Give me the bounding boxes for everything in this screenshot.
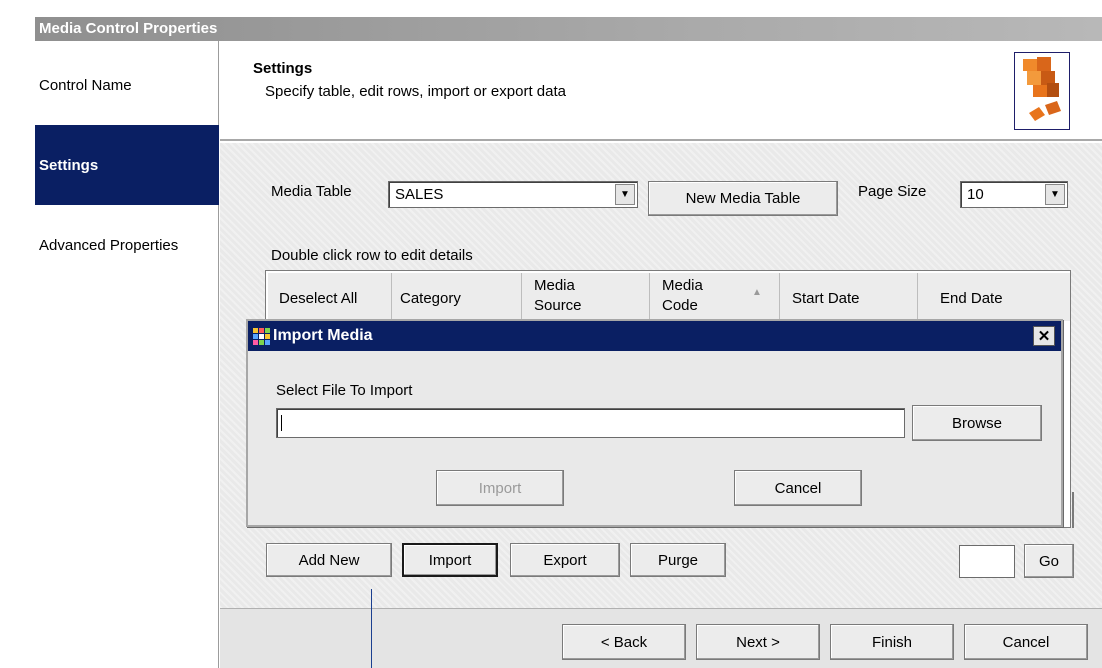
sidebar-item-label: Settings <box>39 157 99 174</box>
column-header-start-date[interactable]: Start Date <box>780 273 918 321</box>
next-button[interactable]: Next > <box>696 624 820 660</box>
column-header-end-date[interactable]: End Date <box>918 273 1070 321</box>
sidebar-item-control-name[interactable]: Control Name <box>35 77 219 107</box>
finish-button[interactable]: Finish <box>830 624 954 660</box>
column-header-media-source[interactable]: Media Source <box>522 273 650 321</box>
export-button[interactable]: Export <box>510 543 620 577</box>
import-button[interactable]: Import <box>402 543 498 577</box>
page-size-select[interactable]: 10 ▼ <box>960 181 1068 208</box>
browse-button[interactable]: Browse <box>912 405 1042 441</box>
sort-ascending-icon: ▲ <box>752 287 762 298</box>
file-path-input[interactable] <box>276 408 905 438</box>
column-header-deselect-all[interactable]: Deselect All <box>268 273 392 321</box>
grid-header: Deselect All Category Media Source Media… <box>268 273 1070 321</box>
dialog-cancel-button[interactable]: Cancel <box>734 470 862 506</box>
page-title: Settings <box>253 60 313 77</box>
sidebar-item-advanced-properties[interactable]: Advanced Properties <box>35 237 219 267</box>
select-file-label: Select File To Import <box>276 382 413 399</box>
purge-button[interactable]: Purge <box>630 543 726 577</box>
text-caret <box>281 415 282 431</box>
grid-scroll-edge <box>1066 492 1074 528</box>
page-number-input[interactable] <box>959 545 1015 578</box>
sidebar-nav: Control Name Settings Advanced Propertie… <box>35 41 219 668</box>
sidebar-item-settings[interactable]: Settings <box>35 125 219 205</box>
sidebar-item-label: Control Name <box>39 77 132 94</box>
dialog-title-bar[interactable]: Import Media ✕ <box>248 321 1061 351</box>
orange-cubes-icon <box>1014 52 1070 130</box>
page-size-value: 10 <box>967 186 984 203</box>
column-header-category[interactable]: Category <box>392 273 522 321</box>
media-table-label: Media Table <box>271 183 352 200</box>
close-icon[interactable]: ✕ <box>1033 326 1055 346</box>
go-button[interactable]: Go <box>1024 544 1074 578</box>
cancel-button[interactable]: Cancel <box>964 624 1088 660</box>
add-new-button[interactable]: Add New <box>266 543 392 577</box>
page-subtitle: Specify table, edit rows, import or expo… <box>265 83 566 100</box>
sidebar-item-label: Advanced Properties <box>39 237 179 254</box>
column-header-media-code[interactable]: Media Code ▲ <box>650 273 780 321</box>
dialog-title: Import Media <box>273 327 373 344</box>
new-media-table-button[interactable]: New Media Table <box>648 181 838 216</box>
grid-hint: Double click row to edit details <box>271 247 473 264</box>
media-table-select[interactable]: SALES ▼ <box>388 181 638 208</box>
window-title: Media Control Properties <box>35 17 1102 41</box>
chevron-down-icon[interactable]: ▼ <box>615 184 635 205</box>
separator-line <box>371 589 372 668</box>
media-table-value: SALES <box>395 186 444 203</box>
back-button[interactable]: < Back <box>562 624 686 660</box>
chevron-down-icon[interactable]: ▼ <box>1045 184 1065 205</box>
page-header: Settings Specify table, edit rows, impor… <box>220 41 1102 141</box>
app-grid-icon <box>253 327 271 345</box>
page-size-label: Page Size <box>858 183 927 200</box>
dialog-import-button[interactable]: Import <box>436 470 564 506</box>
